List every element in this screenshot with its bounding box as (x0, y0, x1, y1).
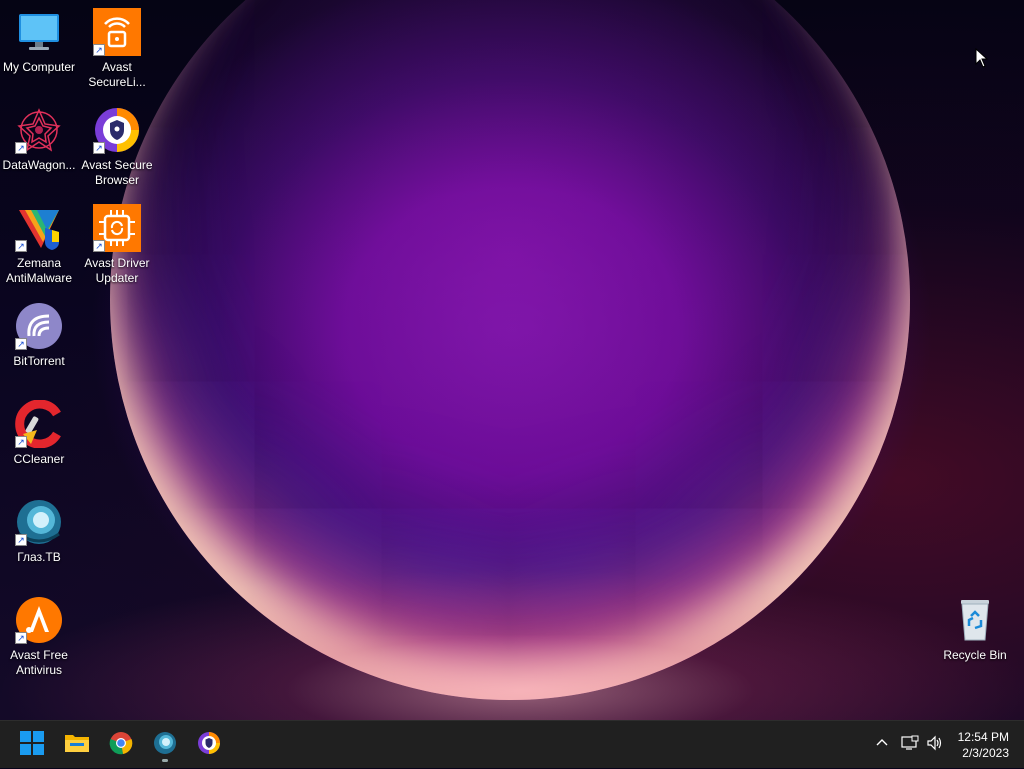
monitor-icon (15, 8, 63, 56)
recycle-bin-icon (951, 596, 999, 644)
avast-driver-updater-icon: ↗ (93, 204, 141, 252)
shortcut-arrow-icon: ↗ (93, 142, 105, 154)
wallpaper-haze (0, 560, 1024, 720)
desktop-icon-avast-driver-updater[interactable]: ↗ Avast Driver Updater (78, 204, 156, 286)
taskbar-file-explorer[interactable] (61, 729, 93, 761)
tray-volume-button[interactable] (926, 721, 944, 769)
desktop-icon-label: Zemana AntiMalware (5, 256, 73, 285)
bittorrent-icon: ↗ (15, 302, 63, 350)
desktop-icon-ccleaner[interactable]: ↗ CCleaner (0, 399, 78, 467)
desktop-icon-label: My Computer (2, 60, 76, 74)
taskbar-clock[interactable]: 12:54 PM 2/3/2023 (958, 729, 1009, 761)
desktop-icon-label: Avast Free Antivirus (10, 648, 68, 677)
glaz-tv-icon (153, 731, 177, 760)
shortcut-arrow-icon: ↗ (15, 436, 27, 448)
desktop-icon-label: Avast Secure Browser (81, 158, 153, 187)
file-explorer-icon (64, 731, 90, 760)
desktop-icon-label: Recycle Bin (943, 648, 1007, 662)
desktop-icon-label: Avast SecureLi... (88, 60, 146, 89)
desktop-icon-zemana[interactable]: ↗ Zemana AntiMalware (0, 204, 78, 286)
desktop-icon-datawagon[interactable]: ↗ DataWagon... (0, 106, 78, 173)
desktop-icon-avast-secureline[interactable]: ↗ Avast SecureLi... (78, 8, 156, 90)
tray-network-button[interactable] (901, 721, 919, 769)
desktop-icon-label: BitTorrent (13, 354, 65, 368)
desktop-icon-avast-secure-browser[interactable]: ↗ Avast Secure Browser (78, 106, 156, 188)
network-icon (901, 735, 919, 756)
glaz-tv-icon: ↗ (15, 498, 63, 546)
shortcut-arrow-icon: ↗ (15, 534, 27, 546)
shortcut-arrow-icon: ↗ (15, 240, 27, 252)
chrome-icon (109, 731, 133, 760)
avast-secure-browser-icon (197, 731, 221, 760)
desktop-icon-label: DataWagon... (2, 158, 76, 172)
datawagon-icon: ↗ (15, 106, 63, 154)
ccleaner-icon: ↗ (15, 399, 63, 449)
taskbar-glaz-tv[interactable] (149, 729, 181, 761)
desktop-icon-avast-antivirus[interactable]: ↗ Avast Free Antivirus (0, 596, 78, 678)
taskbar-avast-secure-browser[interactable] (193, 729, 225, 761)
zemana-icon: ↗ (15, 204, 63, 252)
shortcut-arrow-icon: ↗ (15, 142, 27, 154)
desktop-icon-my-computer[interactable]: My Computer (0, 8, 78, 75)
clock-date: 2/3/2023 (962, 746, 1009, 760)
avast-secure-browser-icon: ↗ (93, 106, 141, 154)
shortcut-arrow-icon: ↗ (93, 240, 105, 252)
running-indicator (162, 759, 168, 762)
desktop-icon-bittorrent[interactable]: ↗ BitTorrent (0, 302, 78, 369)
taskbar: 12:54 PM 2/3/2023 (0, 720, 1024, 768)
desktop-icon-glaz-tv[interactable]: ↗ Глаз.ТВ (0, 498, 78, 565)
start-icon (20, 730, 44, 760)
avast-secureline-icon: ↗ (93, 8, 141, 56)
clock-time: 12:54 PM (957, 730, 1009, 744)
avast-antivirus-icon: ↗ (15, 596, 63, 644)
desktop-icon-label: Avast Driver Updater (84, 256, 150, 285)
mouse-cursor-icon (975, 47, 989, 73)
chevron-up-icon (874, 735, 890, 756)
shortcut-arrow-icon: ↗ (15, 338, 27, 350)
taskbar-chrome[interactable] (105, 729, 137, 761)
tray-overflow-button[interactable] (874, 721, 890, 769)
shortcut-arrow-icon: ↗ (93, 44, 105, 56)
desktop-icon-label: Глаз.ТВ (17, 550, 61, 564)
desktop-icon-label: CCleaner (13, 452, 65, 466)
volume-icon (926, 735, 944, 756)
start-button[interactable] (16, 729, 48, 761)
desktop-wallpaper: My Computer ↗ Avast SecureLi... ↗ DataWa… (0, 0, 1024, 720)
shortcut-arrow-icon: ↗ (15, 632, 27, 644)
desktop-icon-recycle-bin[interactable]: Recycle Bin (936, 596, 1014, 663)
